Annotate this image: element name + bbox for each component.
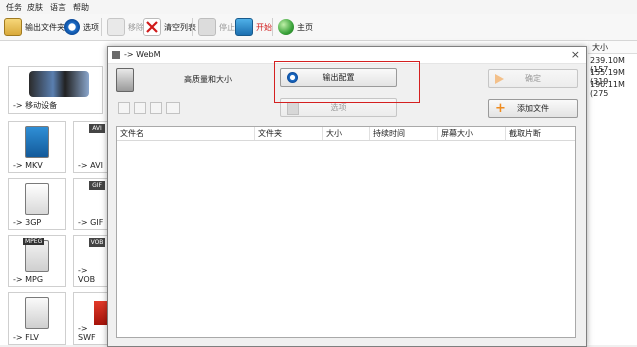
add-file-label: 添加文件 — [517, 104, 549, 113]
swf-label: -> SWF — [78, 324, 96, 342]
clear-list-icon — [143, 18, 161, 36]
format-panel: -> 移动设备 -> MKV AVI -> AVI -> 3GP GIF -> … — [0, 41, 109, 345]
remove-button[interactable]: 移除 — [107, 17, 144, 37]
avi-badge: AVI — [89, 124, 105, 133]
mobile-device-label: -> 移动设备 — [13, 101, 58, 110]
gif-tile[interactable]: GIF -> GIF — [73, 178, 108, 230]
mobile-device-tile[interactable]: -> 移动设备 — [8, 66, 103, 114]
3gp-label: -> 3GP — [13, 218, 42, 227]
mpg-label: -> MPG — [13, 275, 44, 284]
clear-list-button[interactable]: 清空列表 — [143, 17, 196, 37]
toolbar-divider — [272, 18, 273, 36]
media-info-icon[interactable] — [166, 102, 180, 114]
menu-task[interactable]: 任务 — [6, 2, 22, 13]
menu-bar: 任务 皮肤 语言 帮助 — [0, 0, 637, 14]
avi-label: -> AVI — [78, 161, 103, 170]
swf-tile[interactable]: -> SWF — [73, 292, 108, 345]
col-size[interactable]: 大小 — [323, 127, 370, 140]
confirm-arrow-icon — [495, 74, 504, 84]
mobile-devices-icon — [29, 71, 89, 97]
mkv-format-icon — [25, 126, 49, 158]
remove-icon — [107, 18, 125, 36]
col-screen-size[interactable]: 屏幕大小 — [438, 127, 506, 140]
toolbar: 输出文件夹 选项 移除 清空列表 停止 开始 主页 — [0, 14, 637, 41]
vob-tile[interactable]: VOB -> VOB — [73, 235, 108, 287]
globe-icon — [278, 19, 294, 35]
3gp-format-icon — [25, 183, 49, 215]
remove-item-icon[interactable] — [134, 102, 146, 114]
remove-label: 移除 — [128, 22, 144, 32]
move-up-icon[interactable] — [118, 102, 130, 114]
highlight-annotation — [274, 61, 420, 103]
quality-label: 高质量和大小 — [184, 75, 232, 84]
menu-help[interactable]: 帮助 — [73, 2, 89, 13]
stop-button[interactable]: 停止 — [198, 17, 235, 37]
3gp-tile[interactable]: -> 3GP — [8, 178, 66, 230]
mpg-format-icon: MPEG — [23, 238, 49, 272]
col-duration[interactable]: 持续时间 — [370, 127, 438, 140]
dialog-title: -> WebM — [124, 50, 161, 59]
task-size-3: 190.11M (275 — [590, 80, 625, 98]
file-table-header: 文件名 文件夹 大小 持续时间 屏幕大小 截取片断 — [117, 127, 575, 141]
close-icon[interactable]: × — [571, 48, 580, 61]
settings-item-icon[interactable] — [150, 102, 162, 114]
confirm-label: 确定 — [525, 74, 541, 83]
flv-format-icon — [25, 297, 49, 329]
options-dialog-label: 选项 — [330, 103, 347, 112]
options-label: 选项 — [83, 22, 99, 32]
gif-label: -> GIF — [78, 218, 104, 227]
stop-label: 停止 — [219, 22, 235, 32]
options-dialog-icon — [287, 102, 299, 115]
gif-badge: GIF — [89, 181, 105, 190]
start-label: 开始 — [256, 22, 272, 32]
stop-icon — [198, 18, 216, 36]
dialog-app-icon — [112, 51, 120, 59]
menu-skin[interactable]: 皮肤 — [27, 2, 43, 13]
mpg-badge: MPEG — [23, 238, 45, 245]
folder-icon — [4, 18, 22, 36]
mkv-label: -> MKV — [13, 161, 43, 170]
mpg-tile[interactable]: MPEG -> MPG — [8, 235, 66, 287]
col-clip[interactable]: 截取片断 — [506, 127, 575, 140]
menu-language[interactable]: 语言 — [50, 2, 66, 13]
add-file-button[interactable]: + 添加文件 — [488, 99, 578, 118]
confirm-button[interactable]: 确定 — [488, 69, 578, 88]
home-button[interactable]: 主页 — [278, 17, 313, 37]
size-column-header: 大小 — [588, 41, 637, 54]
output-folder-button[interactable]: 输出文件夹 — [4, 17, 65, 37]
vob-label: -> VOB — [78, 266, 96, 284]
col-folder[interactable]: 文件夹 — [255, 127, 323, 140]
file-table[interactable]: 文件名 文件夹 大小 持续时间 屏幕大小 截取片断 — [116, 126, 576, 338]
start-button[interactable]: 开始 — [235, 17, 272, 37]
webm-format-icon — [116, 68, 134, 92]
swf-format-icon — [94, 301, 108, 325]
col-filename[interactable]: 文件名 — [117, 127, 255, 140]
home-label: 主页 — [297, 22, 313, 32]
output-folder-label: 输出文件夹 — [25, 22, 65, 32]
vob-badge: VOB — [89, 238, 105, 247]
toolbar-divider — [192, 18, 193, 36]
mkv-tile[interactable]: -> MKV — [8, 121, 66, 173]
flv-tile[interactable]: -> FLV — [8, 292, 66, 345]
options-button[interactable]: 选项 — [64, 17, 99, 37]
webm-dialog: -> WebM × 高质量和大小 输出配置 选项 确定 + 添加文件 文件名 文… — [107, 46, 587, 347]
flv-label: -> FLV — [13, 333, 39, 342]
options-icon — [64, 19, 80, 35]
add-icon: + — [495, 101, 506, 116]
toolbar-divider — [101, 18, 102, 36]
avi-tile[interactable]: AVI -> AVI — [73, 121, 108, 173]
start-icon — [235, 18, 253, 36]
